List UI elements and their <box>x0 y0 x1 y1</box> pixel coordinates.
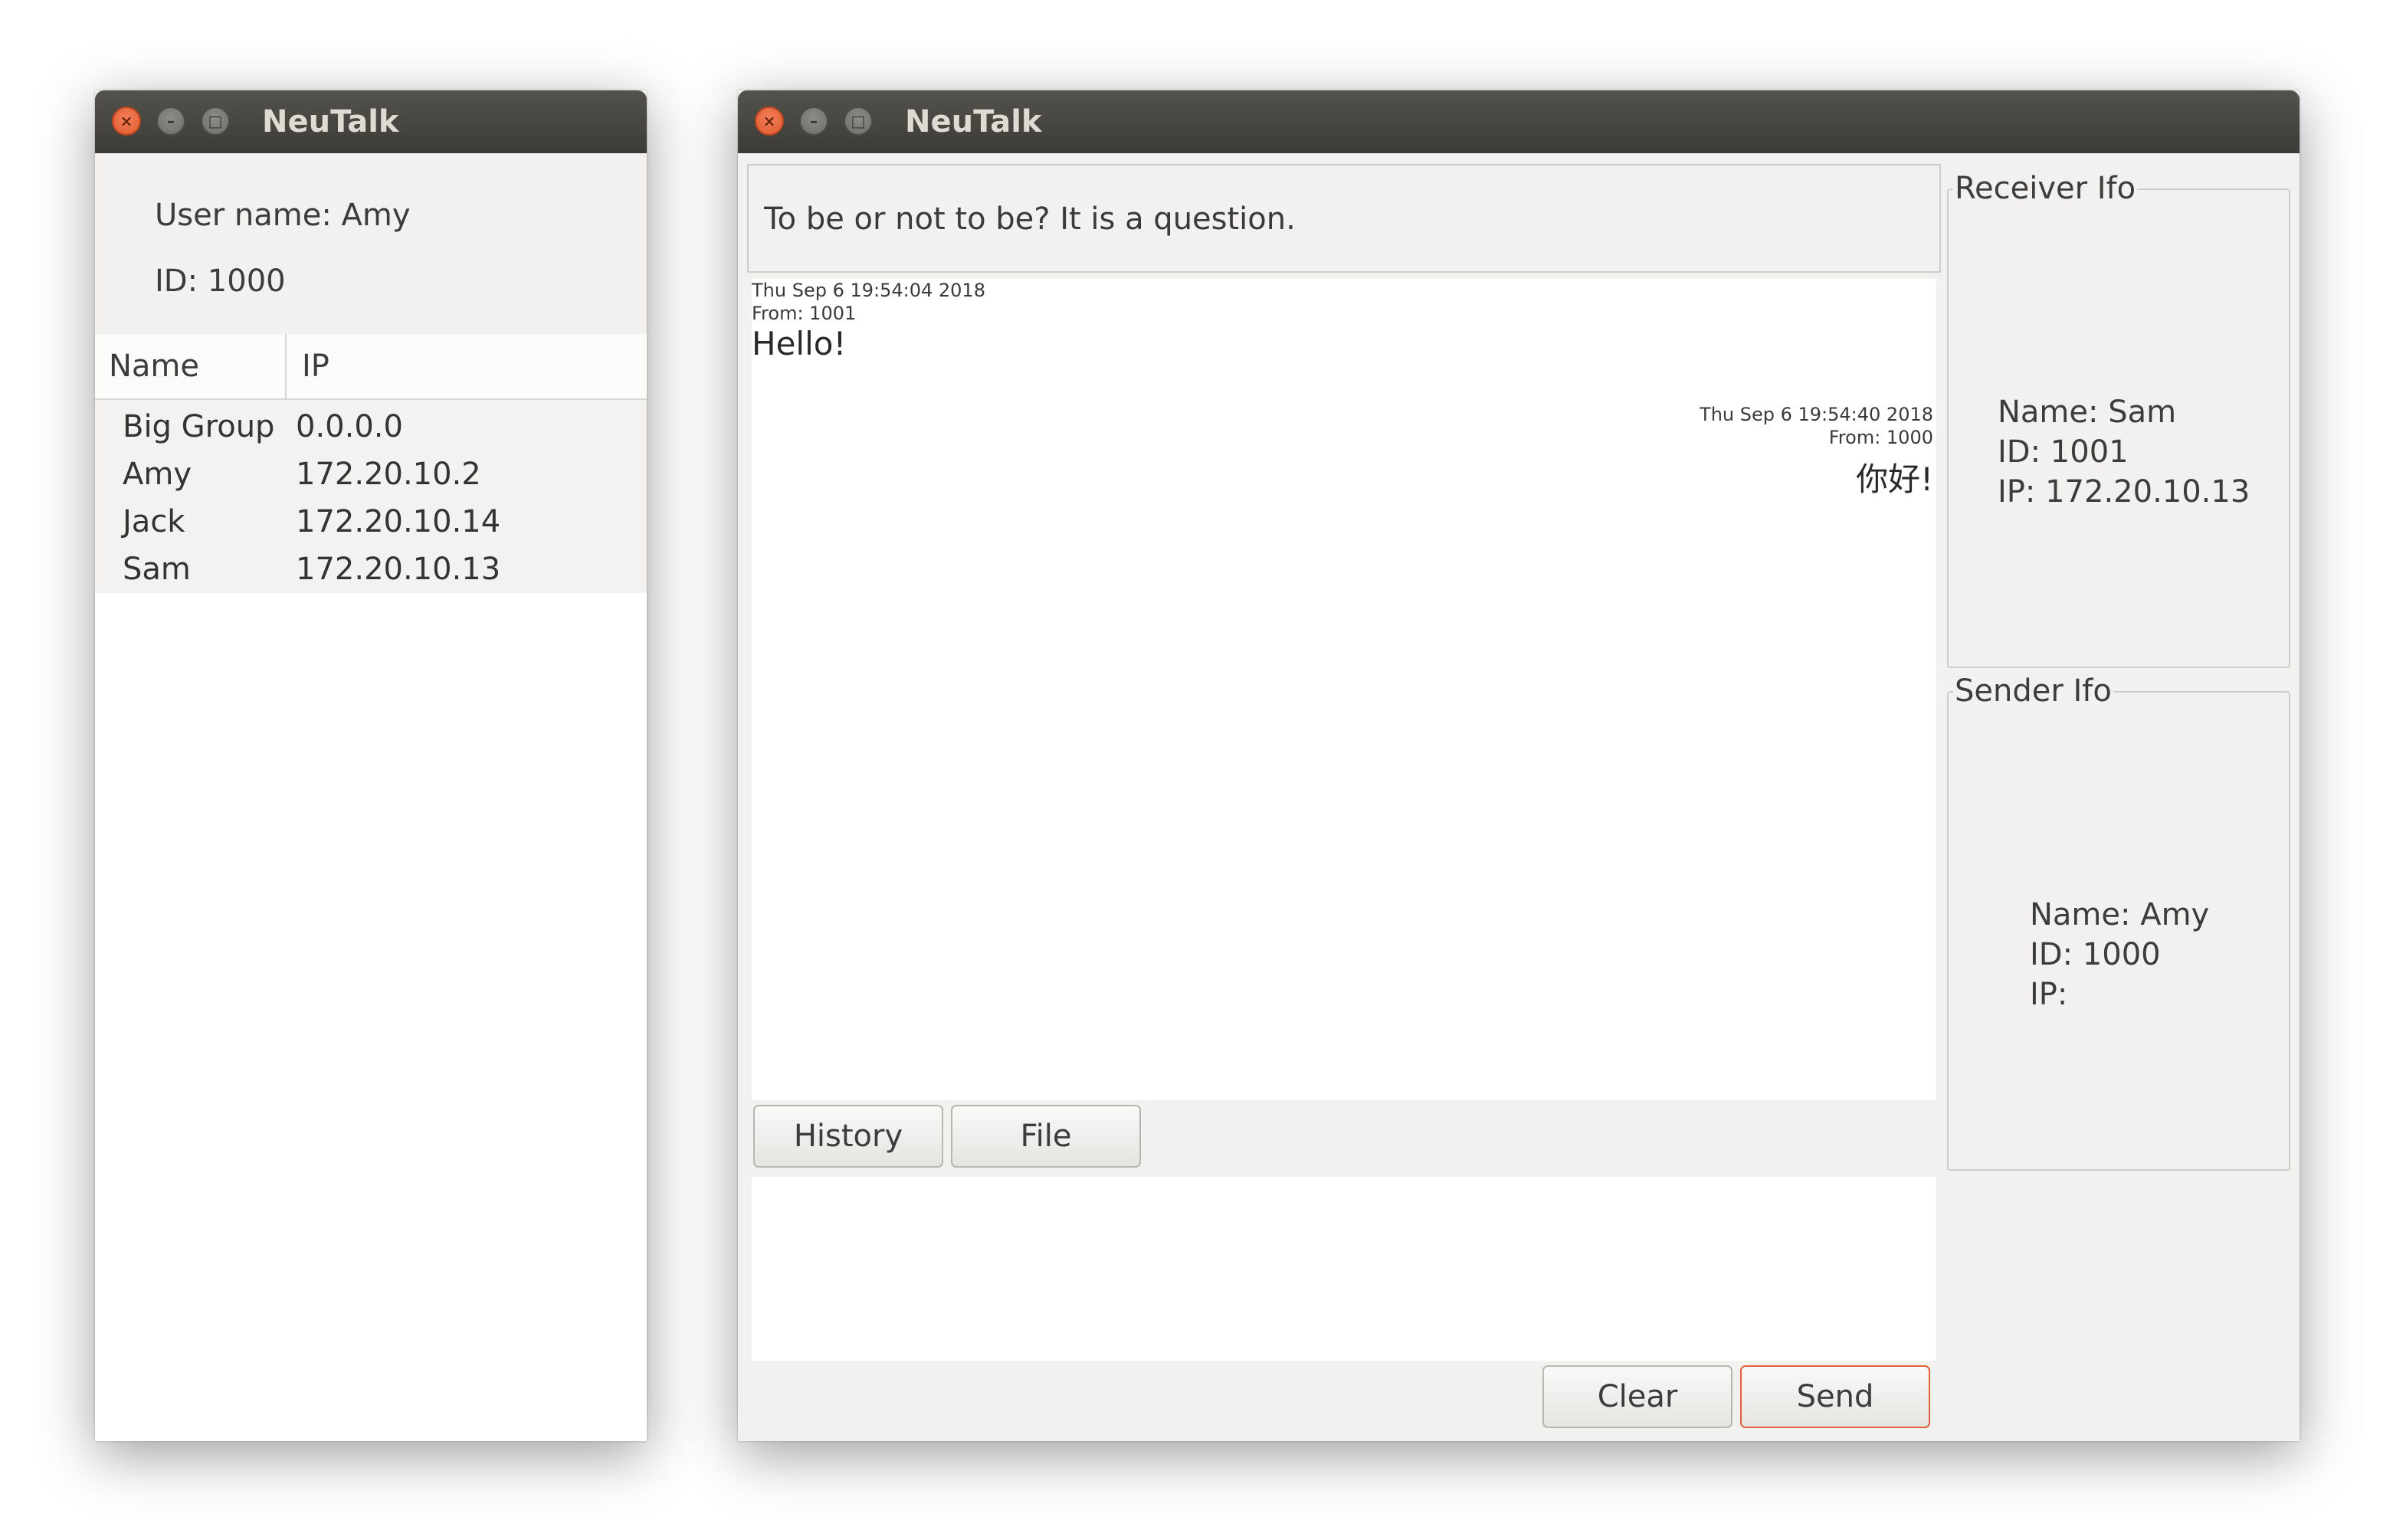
minimize-icon[interactable]: – <box>156 106 185 136</box>
title-bar[interactable]: × – □ NeuTalk <box>738 90 2300 153</box>
close-icon[interactable]: × <box>112 106 141 136</box>
send-button[interactable]: Send <box>1740 1365 1930 1428</box>
window-title: NeuTalk <box>262 104 399 139</box>
maximize-icon[interactable]: □ <box>844 106 873 136</box>
message-input[interactable] <box>752 1177 1936 1361</box>
user-name-label: User name: Amy <box>155 198 411 233</box>
receiver-ip: IP: 172.20.10.13 <box>1998 474 2250 510</box>
contact-name: Amy <box>123 457 192 492</box>
contact-ip: 0.0.0.0 <box>296 409 403 444</box>
message-text: 你好! <box>1856 460 1933 498</box>
table-row[interactable]: Big Group 0.0.0.0 <box>95 403 647 451</box>
topic-banner: To be or not to be? It is a question. <box>747 164 1941 273</box>
table-header: Name IP <box>95 334 647 400</box>
maximize-icon[interactable]: □ <box>201 106 230 136</box>
file-button[interactable]: File <box>951 1105 1141 1168</box>
message-timestamp: Thu Sep 6 19:54:40 2018 <box>1700 404 1933 425</box>
column-header-name[interactable]: Name <box>109 334 199 398</box>
receiver-info-title: Receiver Ifo <box>1953 170 2138 207</box>
title-bar[interactable]: × – □ NeuTalk <box>95 90 647 153</box>
sender-name: Name: Amy <box>2030 897 2210 932</box>
message-text: Hello! <box>752 325 847 362</box>
table-row[interactable]: Amy 172.20.10.2 <box>95 451 647 498</box>
contact-table[interactable]: Name IP Big Group 0.0.0.0 Amy 172.20.10.… <box>95 334 647 1441</box>
window-title: NeuTalk <box>905 104 1042 139</box>
chat-window: × – □ NeuTalk To be or not to be? It is … <box>738 90 2300 1441</box>
table-row[interactable]: Sam 172.20.10.13 <box>95 546 647 593</box>
message-sender: From: 1001 <box>752 303 857 324</box>
history-button[interactable]: History <box>753 1105 943 1168</box>
contact-ip: 172.20.10.13 <box>296 552 501 587</box>
table-rows: Big Group 0.0.0.0 Amy 172.20.10.2 Jack 1… <box>95 400 647 593</box>
sender-id: ID: 1000 <box>2030 937 2161 972</box>
contact-name: Big Group <box>123 409 275 444</box>
user-id-label: ID: 1000 <box>155 264 286 299</box>
close-icon[interactable]: × <box>755 106 784 136</box>
sender-info-group: Sender Ifo Name: Amy ID: 1000 IP: <box>1947 673 2290 1171</box>
topic-text: To be or not to be? It is a question. <box>764 202 1296 237</box>
user-list-window: × – □ NeuTalk User name: Amy ID: 1000 Na… <box>95 90 647 1441</box>
sender-ip: IP: <box>2030 977 2068 1012</box>
clear-button[interactable]: Clear <box>1542 1365 1732 1428</box>
column-header-ip[interactable]: IP <box>302 334 329 398</box>
contact-name: Sam <box>123 552 191 587</box>
sender-info-title: Sender Ifo <box>1953 673 2113 709</box>
message-timestamp: Thu Sep 6 19:54:04 2018 <box>752 280 985 301</box>
column-divider <box>285 334 287 398</box>
message-sender: From: 1000 <box>1828 427 1933 448</box>
contact-name: Jack <box>123 504 185 539</box>
receiver-id: ID: 1001 <box>1998 434 2129 470</box>
minimize-icon[interactable]: – <box>799 106 828 136</box>
contact-ip: 172.20.10.14 <box>296 504 501 539</box>
contact-ip: 172.20.10.2 <box>296 457 481 492</box>
message-history[interactable]: Thu Sep 6 19:54:04 2018 From: 1001 Hello… <box>752 279 1936 1100</box>
table-row[interactable]: Jack 172.20.10.14 <box>95 498 647 546</box>
receiver-info-group: Receiver Ifo Name: Sam ID: 1001 IP: 172.… <box>1947 170 2290 668</box>
receiver-name: Name: Sam <box>1998 395 2177 430</box>
